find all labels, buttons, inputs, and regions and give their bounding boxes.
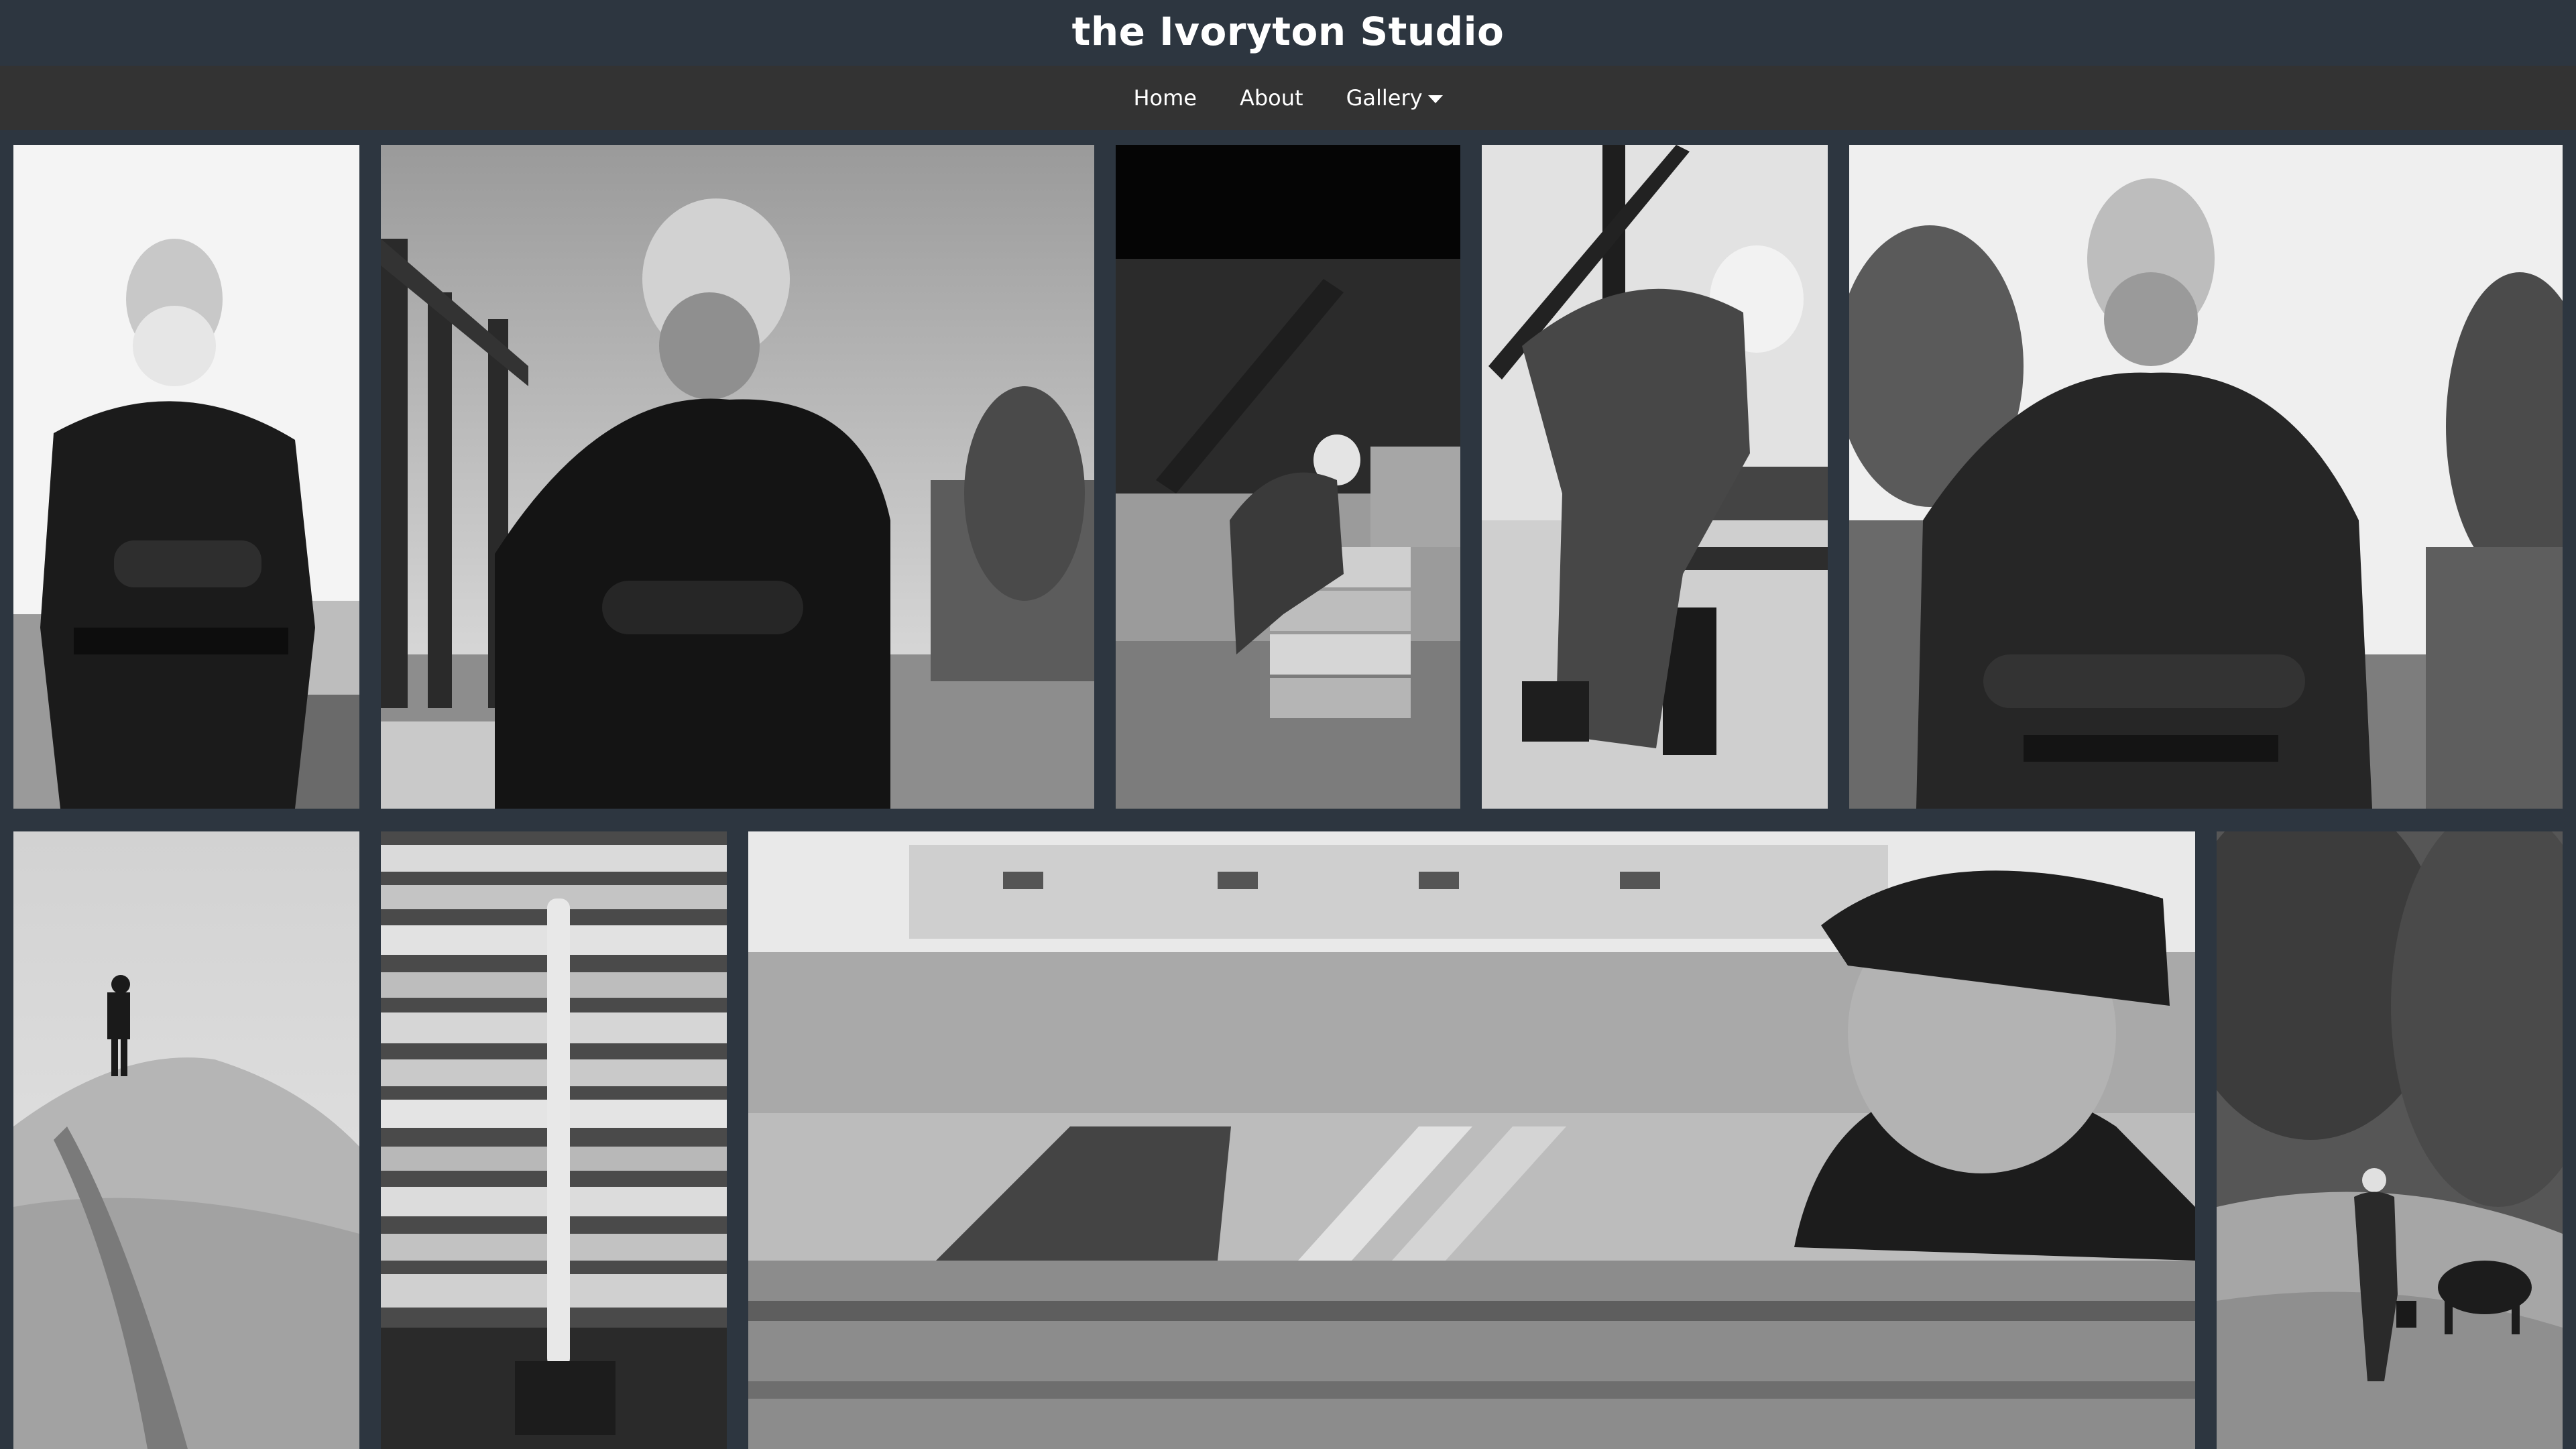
gallery-photo-2[interactable]: [381, 145, 1094, 809]
nav-home-label: Home: [1133, 85, 1197, 111]
nav-about-label: About: [1239, 85, 1303, 111]
nav-bar: Home About Gallery: [0, 66, 2576, 130]
photo-gallery: [0, 130, 2576, 1449]
gallery-photo-6[interactable]: [13, 831, 359, 1449]
gallery-photo-5[interactable]: [1849, 145, 2563, 809]
gallery-photo-7[interactable]: [381, 831, 727, 1449]
caret-down-icon: [1427, 95, 1443, 103]
photo-2-image: [381, 145, 1094, 809]
site-title[interactable]: the Ivoryton Studio: [1072, 9, 1505, 54]
nav-home-link[interactable]: Home: [1112, 85, 1218, 111]
gallery-photo-3[interactable]: [1116, 145, 1460, 809]
photo-7-image: [381, 831, 727, 1449]
gallery-photo-8[interactable]: [748, 831, 2195, 1449]
site-header: the Ivoryton Studio: [0, 0, 2576, 66]
gallery-photo-9[interactable]: [2217, 831, 2563, 1449]
photo-4-image: [1482, 145, 1828, 809]
photo-6-image: [13, 831, 359, 1449]
nav-gallery-label: Gallery: [1346, 85, 1423, 111]
photo-3-image: [1116, 145, 1460, 809]
photo-8-image: [748, 831, 2195, 1449]
nav-about-link[interactable]: About: [1218, 85, 1325, 111]
photo-9-image: [2217, 831, 2563, 1449]
photo-5-image: [1849, 145, 2563, 809]
gallery-photo-1[interactable]: [13, 145, 359, 809]
gallery-photo-4[interactable]: [1482, 145, 1828, 809]
nav-gallery-dropdown[interactable]: Gallery: [1325, 85, 1464, 111]
photo-1-image: [13, 145, 359, 809]
